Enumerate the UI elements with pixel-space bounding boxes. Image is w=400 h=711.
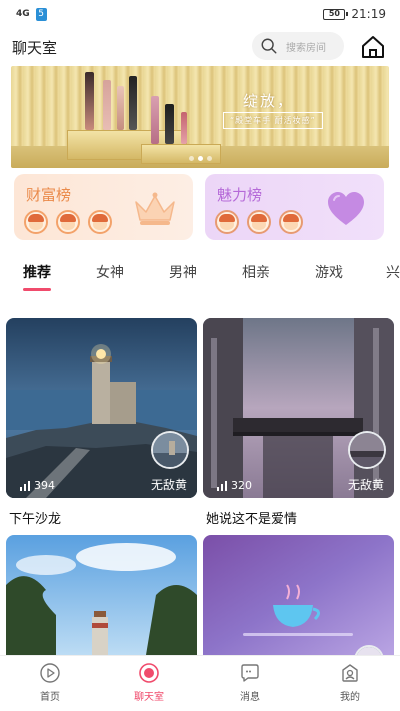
banner-subtitle: “殿堂车手 耐活妆感” (223, 112, 323, 129)
tab-recommend[interactable]: 推荐 (23, 262, 51, 282)
wealth-top-avatars (24, 210, 112, 234)
room-cover-image (203, 535, 394, 655)
signal-bars-icon (20, 480, 30, 491)
wealth-ranking-card[interactable]: 财富榜 (14, 174, 193, 240)
page-title: 聊天室 (12, 38, 58, 57)
banner-title: 绽放， (243, 92, 295, 110)
nav-profile-label: 我的 (340, 692, 360, 703)
nav-profile[interactable]: 我的 (320, 662, 380, 703)
message-icon (241, 664, 259, 682)
cosmetic-tube (103, 80, 111, 130)
cosmetic-tube (85, 72, 94, 130)
cosmetic-tube (129, 76, 137, 130)
room-title[interactable]: 她说这不是爱情 (206, 508, 297, 527)
room-title[interactable]: 下午沙龙 (9, 508, 61, 527)
tab-god[interactable]: 男神 (169, 262, 197, 282)
charm-ranking-card[interactable]: 魅力榜 (205, 174, 384, 240)
cosmetic-tube (151, 96, 159, 144)
avatar (247, 210, 271, 234)
avatar (215, 210, 239, 234)
status-left: 4G 5 (16, 7, 47, 21)
play-circle-icon (40, 663, 60, 683)
room-cover-image (6, 535, 197, 655)
wifi-icon: 5 (35, 7, 47, 21)
room-card[interactable] (203, 535, 394, 655)
listener-count-value: 394 (34, 479, 55, 492)
search-placeholder: 搜索房间 (286, 42, 326, 54)
room-cover-image (6, 318, 197, 498)
room-cover-image (203, 318, 394, 498)
tab-dating[interactable]: 相亲 (242, 262, 270, 282)
battery-icon: 50 (323, 8, 349, 20)
nav-home-label: 首页 (40, 692, 60, 703)
banner-pagination (189, 156, 212, 161)
search-input[interactable]: 搜索房间 (252, 32, 344, 60)
status-bar: 4G 5 50 21:19 (0, 0, 400, 28)
pagination-dot[interactable] (207, 156, 212, 161)
wealth-ranking-title: 财富榜 (26, 186, 72, 204)
room-card[interactable]: 320 无敌黄 (203, 318, 394, 498)
tab-goddess[interactable]: 女神 (96, 262, 124, 282)
cosmetic-tube (117, 86, 124, 130)
charm-ranking-title: 魅力榜 (217, 186, 263, 204)
active-tab-indicator (23, 288, 51, 291)
status-time: 21:19 (351, 7, 386, 21)
room-listener-count: 320 (217, 479, 252, 492)
avatar (24, 210, 48, 234)
charm-top-avatars (215, 210, 303, 234)
nav-messages-label: 消息 (240, 692, 260, 703)
room-card[interactable] (6, 535, 197, 655)
room-host-name: 无敌黄 (347, 478, 384, 492)
tab-interest[interactable]: 兴 (386, 262, 400, 282)
bottom-navigation: 首页 聊天室 消息 我的 (0, 655, 400, 711)
cosmetic-tube (165, 104, 174, 144)
room-listener-count: 394 (20, 479, 55, 492)
nav-messages[interactable]: 消息 (220, 662, 280, 703)
crown-icon (135, 192, 175, 225)
room-card[interactable]: 394 无敌黄 (6, 318, 197, 498)
cosmetic-tube (181, 112, 187, 144)
status-right: 50 21:19 (323, 7, 386, 21)
signal-icon: 4G (16, 8, 30, 19)
signal-bars-icon (217, 480, 227, 491)
avatar (56, 210, 80, 234)
header: 聊天室 搜索房间 (0, 32, 400, 62)
host-avatar (348, 431, 386, 469)
heart-icon (328, 192, 364, 225)
room-host-name: 无敌黄 (150, 478, 187, 492)
promo-banner[interactable]: 绽放， “殿堂车手 耐活妆感” (11, 66, 389, 168)
tab-games[interactable]: 游戏 (315, 262, 343, 282)
avatar (279, 210, 303, 234)
category-tabs: 推荐 女神 男神 相亲 游戏 兴 (0, 258, 400, 294)
home-icon[interactable] (360, 34, 386, 60)
nav-chatroom-label: 聊天室 (134, 692, 164, 703)
listener-count-value: 320 (231, 479, 252, 492)
record-icon (139, 663, 159, 683)
pagination-dot-active[interactable] (198, 156, 203, 161)
host-avatar (151, 431, 189, 469)
pagination-dot[interactable] (189, 156, 194, 161)
search-icon (261, 38, 277, 54)
avatar (88, 210, 112, 234)
profile-icon (342, 664, 358, 682)
nav-chatroom[interactable]: 聊天室 (119, 662, 179, 703)
nav-home[interactable]: 首页 (20, 662, 80, 703)
banner-pedestal (141, 144, 221, 164)
